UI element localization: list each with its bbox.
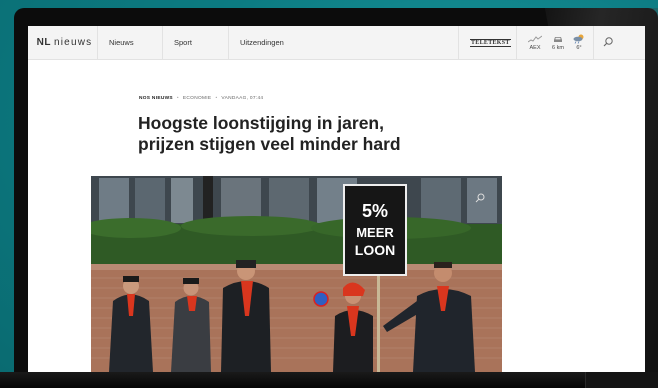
car-icon xyxy=(553,34,563,44)
weather-stat[interactable]: 6° xyxy=(570,26,588,59)
nav-divider xyxy=(516,26,517,59)
article-hero-image[interactable]: 5% MEER LOON xyxy=(91,176,502,372)
article-source[interactable]: NOS NIEUWS xyxy=(139,96,173,101)
article-timestamp: VANDAAG, 07:44 xyxy=(221,96,264,101)
article-meta: NOS NIEUWS • ECONOMIE • VANDAAG, 07:44 xyxy=(139,96,264,101)
headline-line-2: prijzen stijgen veel minder hard xyxy=(138,134,401,154)
nav-item-nieuws[interactable]: Nieuws xyxy=(98,26,163,59)
sign-percent: 5% xyxy=(361,200,388,221)
laptop-base-edge xyxy=(585,372,658,388)
article-headline: Hoogste loonstijging in jaren, prijzen s… xyxy=(138,113,498,155)
sign-meer: MEER xyxy=(356,224,394,240)
sign-loon: LOON xyxy=(354,241,396,258)
protest-sign: 5% MEER LOON xyxy=(343,184,407,276)
traffic-label: 6 km xyxy=(552,45,564,51)
logo-prefix: NL xyxy=(36,37,51,48)
site-logo[interactable]: NL nieuws xyxy=(28,26,98,59)
chart-icon xyxy=(528,34,542,44)
aex-stat[interactable]: AEX xyxy=(525,26,545,59)
aex-label: AEX xyxy=(529,45,541,51)
browser-screen: NL nieuws Nieuws Sport Uitzendingen TELE… xyxy=(28,26,645,372)
headline-line-1: Hoogste loonstijging in jaren, xyxy=(138,113,384,133)
zoom-icon[interactable] xyxy=(475,190,485,208)
teletext-link[interactable]: TELETEKST xyxy=(470,39,511,47)
traffic-stat[interactable]: 6 km xyxy=(547,26,569,59)
weather-icon xyxy=(573,34,585,44)
nav-item-uitzendingen[interactable]: Uitzendingen xyxy=(229,26,459,59)
laptop-base xyxy=(0,372,658,388)
nav-item-sport[interactable]: Sport xyxy=(163,26,229,59)
article-category[interactable]: ECONOMIE xyxy=(183,96,212,101)
nav-divider xyxy=(593,26,594,59)
temperature-label: 6° xyxy=(576,45,582,51)
logo-word: nieuws xyxy=(54,37,93,48)
search-icon[interactable] xyxy=(601,35,615,49)
